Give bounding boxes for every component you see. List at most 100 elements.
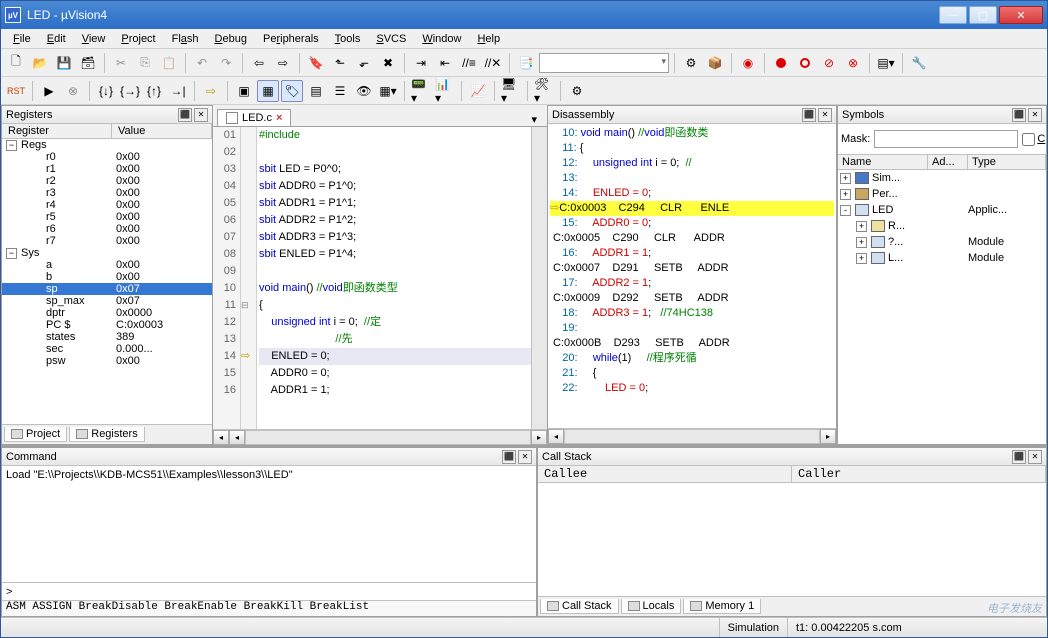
bookmark-button[interactable]: 🔖 xyxy=(305,52,327,74)
register-row[interactable]: r40x00 xyxy=(2,199,212,211)
symbols-pin-icon[interactable]: ⬛ xyxy=(1012,108,1026,122)
file-tab-led[interactable]: LED.c × xyxy=(217,109,291,126)
toolbox-button[interactable]: 🛠▾ xyxy=(533,80,555,102)
case-sensitive-checkbox[interactable]: Case Sens xyxy=(1022,127,1048,151)
register-row[interactable]: states389 xyxy=(2,331,212,343)
menu-view[interactable]: View xyxy=(74,31,114,47)
step-out-button[interactable]: {↑} xyxy=(143,80,165,102)
symbols-tree[interactable]: +Sim...+Per...-LEDApplic...+R...+?...Mod… xyxy=(838,170,1046,444)
callstack-close-icon[interactable]: ✕ xyxy=(1028,450,1042,464)
command-window-button[interactable]: ▣ xyxy=(233,80,255,102)
configure-button[interactable]: 🔧 xyxy=(908,52,930,74)
command-input[interactable]: > xyxy=(2,582,536,600)
mask-input[interactable] xyxy=(874,130,1018,148)
editor-vscrollbar[interactable] xyxy=(531,127,547,429)
register-row[interactable]: psw0x00 xyxy=(2,355,212,367)
save-button[interactable]: 💾 xyxy=(53,52,75,74)
tab-callstack[interactable]: Call Stack xyxy=(540,599,619,614)
tab-registers[interactable]: Registers xyxy=(69,427,144,442)
options-button[interactable]: ⚙ xyxy=(566,80,588,102)
system-viewer-button[interactable]: 🖥▾ xyxy=(500,80,522,102)
sym-header-name[interactable]: Name xyxy=(838,155,928,169)
menu-svcs[interactable]: SVCS xyxy=(368,31,414,47)
callstack-window-button[interactable]: ☰ xyxy=(329,80,351,102)
symbol-row[interactable]: -LEDApplic... xyxy=(838,202,1046,218)
watch-window-button[interactable]: 👁 xyxy=(353,80,375,102)
symbols-close-icon[interactable]: ✕ xyxy=(1028,108,1042,122)
bookmark-next-button[interactable]: ⬐ xyxy=(353,52,375,74)
registers-close-icon[interactable]: ✕ xyxy=(194,108,208,122)
disasm-hscroll[interactable]: ◂ ▸ xyxy=(548,428,836,444)
cut-button[interactable]: ✂ xyxy=(110,52,132,74)
cs-header-caller[interactable]: Caller xyxy=(792,466,1046,482)
register-row[interactable]: sp0x07 xyxy=(2,283,212,295)
breakpoint-insert-button[interactable] xyxy=(770,52,792,74)
scroll-right-icon[interactable]: ▸ xyxy=(820,429,836,444)
undo-button[interactable]: ↶ xyxy=(191,52,213,74)
window-layout-button[interactable]: ▤▾ xyxy=(875,52,897,74)
analysis-window-button[interactable]: 📊▾ xyxy=(434,80,456,102)
register-row[interactable]: r10x00 xyxy=(2,163,212,175)
disasm-window-button[interactable]: ▦ xyxy=(257,80,279,102)
tab-project[interactable]: Project xyxy=(4,427,67,442)
breakpoint-disable-button[interactable]: ⊘ xyxy=(818,52,840,74)
find-combo[interactable] xyxy=(539,53,669,73)
register-row[interactable]: r20x00 xyxy=(2,175,212,187)
menu-flash[interactable]: Flash xyxy=(164,31,207,47)
file-tab-close-icon[interactable]: × xyxy=(276,112,282,124)
tab-memory1[interactable]: Memory 1 xyxy=(683,599,761,614)
sym-header-type[interactable]: Type xyxy=(968,155,1046,169)
outdent-button[interactable]: ⇤ xyxy=(434,52,456,74)
run-to-cursor-button[interactable]: →| xyxy=(167,80,189,102)
scroll-left2-icon[interactable]: ◂ xyxy=(229,430,245,445)
breakpoint-killall-button[interactable]: ⊗ xyxy=(842,52,864,74)
register-row[interactable]: r30x00 xyxy=(2,187,212,199)
command-close-icon[interactable]: ✕ xyxy=(518,450,532,464)
show-next-button[interactable]: ⇨ xyxy=(200,80,222,102)
trace-window-button[interactable]: 📈 xyxy=(467,80,489,102)
serial-window-button[interactable]: 📟▾ xyxy=(410,80,432,102)
register-row[interactable]: r60x00 xyxy=(2,223,212,235)
registers-pin-icon[interactable]: ⬛ xyxy=(178,108,192,122)
registers-window-button[interactable]: ▤ xyxy=(305,80,327,102)
register-row[interactable]: r70x00 xyxy=(2,235,212,247)
menu-window[interactable]: Window xyxy=(414,31,469,47)
symbol-row[interactable]: +Per... xyxy=(838,186,1046,202)
cs-header-callee[interactable]: Callee xyxy=(538,466,792,482)
build-button[interactable]: ⚙ xyxy=(680,52,702,74)
redo-button[interactable]: ↷ xyxy=(215,52,237,74)
reg-header-value[interactable]: Value xyxy=(112,124,212,138)
uncomment-button[interactable]: //✕ xyxy=(482,52,504,74)
memory-window-button[interactable]: ▦▾ xyxy=(377,80,399,102)
saveall-button[interactable]: 🗃 xyxy=(77,52,99,74)
find-in-files-button[interactable]: 📑 xyxy=(515,52,537,74)
register-row[interactable]: PC $C:0x0003 xyxy=(2,319,212,331)
copy-button[interactable]: ⎘ xyxy=(134,52,156,74)
comment-button[interactable]: //≡ xyxy=(458,52,480,74)
bookmark-prev-button[interactable]: ⬑ xyxy=(329,52,351,74)
disassembly-close-icon[interactable]: ✕ xyxy=(818,108,832,122)
register-row[interactable]: sp_max0x07 xyxy=(2,295,212,307)
reset-button[interactable]: RST xyxy=(5,80,27,102)
menu-peripherals[interactable]: Peripherals xyxy=(255,31,327,47)
new-button[interactable]: 🗋 xyxy=(5,52,27,74)
bookmark-clear-button[interactable]: ✖ xyxy=(377,52,399,74)
maximize-button[interactable]: ▢ xyxy=(969,6,997,24)
nav-back-button[interactable]: ⇦ xyxy=(248,52,270,74)
menu-tools[interactable]: Tools xyxy=(327,31,369,47)
close-button[interactable]: ✕ xyxy=(999,6,1043,24)
sym-header-addr[interactable]: Ad... xyxy=(928,155,968,169)
open-button[interactable]: 📂 xyxy=(29,52,51,74)
registers-grid[interactable]: Register Value −Regs r00x00r10x00r20x00r… xyxy=(2,124,212,424)
symbol-row[interactable]: +R... xyxy=(838,218,1046,234)
scroll-left-icon[interactable]: ◂ xyxy=(548,429,564,444)
step-over-button[interactable]: {→} xyxy=(119,80,141,102)
disassembly-pin-icon[interactable]: ⬛ xyxy=(802,108,816,122)
command-pin-icon[interactable]: ⬛ xyxy=(502,450,516,464)
debug-button[interactable]: ◉ xyxy=(737,52,759,74)
step-button[interactable]: {↓} xyxy=(95,80,117,102)
register-row[interactable]: a0x00 xyxy=(2,259,212,271)
code-editor[interactable]: 01020304050607080910111213141516 ⊟⇨ #inc… xyxy=(213,127,547,429)
reg-header-name[interactable]: Register xyxy=(2,124,112,138)
disassembly-view[interactable]: 10: void main() //void即函数类 11: { 12: uns… xyxy=(548,124,836,428)
